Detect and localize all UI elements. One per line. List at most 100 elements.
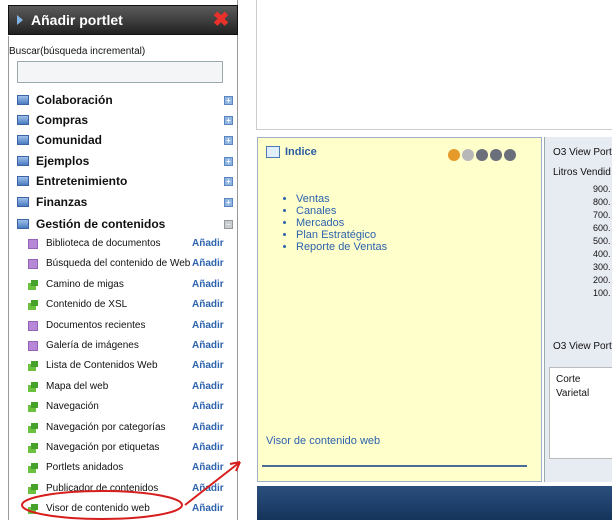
portlet-item: Galería de imágenes Añadir [28, 338, 228, 356]
category-4[interactable]: Entretenimiento + [17, 173, 233, 191]
portlet-item: Mapa del web Añadir [28, 379, 228, 397]
category-1[interactable]: Compras + [17, 112, 233, 130]
search-input[interactable] [17, 61, 223, 83]
add-portlet-panel: Añadir portlet ✖ Buscar(búsqueda increme… [0, 0, 238, 520]
portlet-green-icon [28, 402, 38, 413]
portlet-item: Portlets anidados Añadir [28, 460, 228, 478]
portlet-green-icon [28, 463, 38, 474]
o3-title: O3 View Port [553, 147, 612, 158]
portlet-green-icon [28, 279, 38, 290]
portlet-item-label[interactable]: Búsqueda del contenido de Web [46, 258, 190, 269]
add-portlet-link[interactable]: Añadir [192, 483, 224, 494]
gear-icon[interactable] [462, 149, 474, 161]
portlet-item-label[interactable]: Publicador de contenidos [46, 483, 158, 494]
o3-view-portlet: O3 View Port Litros Vendid 900. 800. 700… [544, 137, 612, 482]
category-icon [17, 176, 29, 186]
category-0[interactable]: Colaboración + [17, 92, 233, 110]
portlet-item-label[interactable]: Portlets anidados [46, 462, 123, 473]
indice-link-list: Ventas Canales Mercados Plan Estratégico… [296, 193, 387, 253]
close-icon[interactable]: ✖ [211, 10, 231, 30]
category-5[interactable]: Finanzas + [17, 194, 233, 212]
add-portlet-link[interactable]: Añadir [192, 442, 224, 453]
portlet-item-label[interactable]: Galería de imágenes [46, 340, 139, 351]
search-label: Buscar(búsqueda incremental) [9, 46, 146, 57]
panel-title: Añadir portlet [31, 12, 123, 28]
y-tick: 100. [593, 288, 611, 298]
add-portlet-link[interactable]: Añadir [192, 238, 224, 249]
portlet-item: Lista de Contenidos Web Añadir [28, 358, 228, 376]
link-plan-estrategico[interactable]: Plan Estratégico [296, 229, 387, 241]
y-tick: 600. [593, 223, 611, 233]
expand-icon[interactable]: + [224, 96, 233, 105]
portlet-item: Camino de migas Añadir [28, 277, 228, 295]
add-portlet-link[interactable]: Añadir [192, 401, 224, 412]
expand-icon[interactable]: + [224, 177, 233, 186]
portlet-purple-icon [28, 341, 38, 351]
y-tick: 500. [593, 236, 611, 246]
portlet-item: Búsqueda del contenido de Web Añadir [28, 256, 228, 274]
indice-portlet: Indice Ventas Canales Mercados Plan Estr… [257, 137, 542, 482]
link-reporte-ventas[interactable]: Reporte de Ventas [296, 241, 387, 253]
close-portlet-icon[interactable] [504, 149, 516, 161]
add-portlet-link[interactable]: Añadir [192, 360, 224, 371]
maximize-icon[interactable] [490, 149, 502, 161]
add-portlet-link[interactable]: Añadir [192, 340, 224, 351]
portlet-green-icon [28, 361, 38, 372]
category-icon [17, 95, 29, 105]
expand-icon[interactable]: + [224, 116, 233, 125]
category-icon [17, 135, 29, 145]
portlet-item-label[interactable]: Visor de contenido web [46, 503, 150, 514]
portlet-item: Navegación por categorías Añadir [28, 420, 228, 438]
link-canales[interactable]: Canales [296, 205, 387, 217]
category-2[interactable]: Comunidad + [17, 132, 233, 150]
add-portlet-link[interactable]: Añadir [192, 503, 224, 514]
y-tick: 900. [593, 184, 611, 194]
portlet-item-label[interactable]: Biblioteca de documentos [46, 238, 161, 249]
portlet-item-label[interactable]: Mapa del web [46, 381, 108, 392]
link-mercados[interactable]: Mercados [296, 217, 387, 229]
portlet-green-icon [28, 300, 38, 311]
look-and-feel-icon[interactable] [448, 149, 460, 161]
expand-icon[interactable]: + [224, 157, 233, 166]
minimize-icon[interactable] [476, 149, 488, 161]
category-label: Finanzas [36, 195, 88, 209]
portlet-green-icon [28, 443, 38, 453]
category-3[interactable]: Ejemplos + [17, 153, 233, 171]
portlet-item: Navegación por etiquetas Añadir [28, 440, 228, 458]
portlet-item-label[interactable]: Documentos recientes [46, 320, 146, 331]
y-tick: 400. [593, 249, 611, 259]
portlet-green-icon [28, 504, 38, 515]
portlet-item: Contenido de XSL Añadir [28, 297, 228, 315]
add-portlet-link[interactable]: Añadir [192, 258, 224, 269]
portlet-green-icon [28, 381, 38, 392]
drop-indicator-line [262, 465, 527, 467]
portlet-item-label[interactable]: Camino de migas [46, 279, 124, 290]
add-portlet-link[interactable]: Añadir [192, 462, 224, 473]
add-portlet-link[interactable]: Añadir [192, 320, 224, 331]
add-portlet-link[interactable]: Añadir [192, 299, 224, 310]
collapse-icon[interactable]: − [224, 220, 233, 229]
o3-chart-subtitle: Litros Vendid [553, 167, 611, 178]
category-icon [17, 156, 29, 166]
add-portlet-link[interactable]: Añadir [192, 422, 224, 433]
portlet-item: Biblioteca de documentos Añadir [28, 236, 228, 254]
y-tick: 700. [593, 210, 611, 220]
portlet-item-label[interactable]: Navegación por etiquetas [46, 442, 159, 453]
category-label: Colaboración [36, 93, 113, 107]
link-ventas[interactable]: Ventas [296, 193, 387, 205]
category-icon [17, 219, 29, 229]
top-content-area [256, 0, 612, 130]
portlet-item-label[interactable]: Navegación por categorías [46, 422, 166, 433]
expand-icon[interactable]: + [224, 136, 233, 145]
portlet-item-label[interactable]: Contenido de XSL [46, 299, 127, 310]
portlet-item-label[interactable]: Lista de Contenidos Web [46, 360, 158, 371]
portlet-item-label[interactable]: Navegación [46, 401, 99, 412]
table-row: Corte [556, 374, 581, 385]
portlet-purple-icon [28, 239, 38, 249]
add-portlet-link[interactable]: Añadir [192, 381, 224, 392]
add-portlet-link[interactable]: Añadir [192, 279, 224, 290]
category-icon [17, 115, 29, 125]
category-6[interactable]: Gestión de contenidos − [17, 216, 233, 234]
o3-title-2: O3 View Port [553, 341, 612, 352]
expand-icon[interactable]: + [224, 198, 233, 207]
